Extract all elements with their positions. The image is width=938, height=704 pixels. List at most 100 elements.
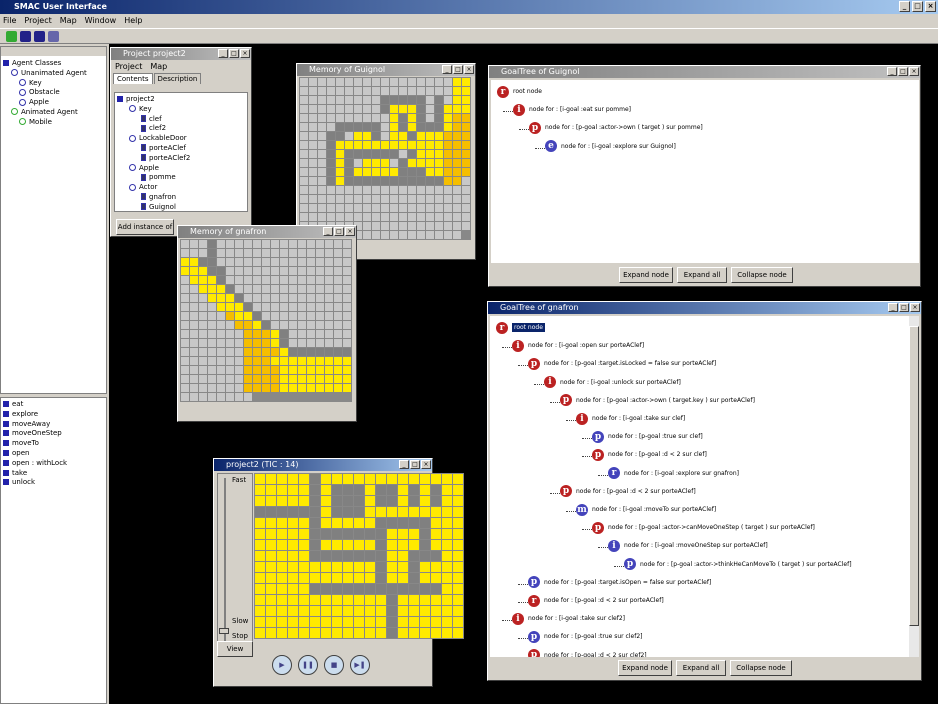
action-item[interactable]: unlock xyxy=(3,478,104,488)
tree-item[interactable]: Agent Classes xyxy=(3,59,104,69)
goal-node[interactable]: i node for : [i-goal :moveOneStep sur por… xyxy=(608,539,768,553)
goal-node[interactable]: i node for : [i-goal :unlock sur porteACl… xyxy=(544,376,681,390)
maximize-button[interactable]: □ xyxy=(898,67,908,76)
project-tree-item[interactable]: porteAClef2 xyxy=(117,154,245,164)
goal-node[interactable]: p node for : [p-goal :target.isLocked = f… xyxy=(528,357,716,371)
goal-node[interactable]: e node for : [i-goal :explore sur Guignol… xyxy=(545,140,676,154)
project-tree-item[interactable]: gnafron xyxy=(117,193,245,203)
goal-node[interactable]: m node for : [i-goal :moveTo sur porteACl… xyxy=(576,503,716,517)
tree-item[interactable]: Mobile xyxy=(3,118,104,128)
action-item[interactable]: open : withLock xyxy=(3,459,104,469)
goal-node[interactable]: r root node xyxy=(496,321,545,335)
maximize-button[interactable]: □ xyxy=(912,1,923,12)
action-item[interactable]: eat xyxy=(3,400,104,410)
menu-help[interactable]: Help xyxy=(124,14,142,28)
action-item[interactable]: moveOneStep xyxy=(3,429,104,439)
minimize-button[interactable]: _ xyxy=(899,1,910,12)
project-tree-item[interactable]: LockableDoor xyxy=(117,134,245,144)
pause-icon[interactable]: ❚❚ xyxy=(298,655,318,675)
tab-contents[interactable]: Contents xyxy=(113,73,153,84)
action-item[interactable]: moveTo xyxy=(3,439,104,449)
maximize-button[interactable]: □ xyxy=(453,65,463,74)
tree-item[interactable]: Animated Agent xyxy=(3,108,104,118)
goal-node[interactable]: p node for : [p-goal :actor->thinkHeCanMo… xyxy=(624,558,852,572)
tree-item[interactable]: Unanimated Agent xyxy=(3,69,104,79)
goal-node[interactable]: r node for : [p-goal :d < 2 sur porteACle… xyxy=(528,594,664,608)
menu-window[interactable]: Window xyxy=(85,14,117,28)
goal-node[interactable]: p node for : [p-goal :true sur clef] xyxy=(592,430,703,444)
refresh-icon[interactable] xyxy=(6,31,17,42)
close-button[interactable]: × xyxy=(925,1,936,12)
expand-all-button[interactable]: Expand all xyxy=(676,660,726,676)
minimize-button[interactable]: _ xyxy=(323,227,333,236)
close-button[interactable]: × xyxy=(909,67,919,76)
close-button[interactable]: × xyxy=(910,303,920,312)
project-tree-item[interactable]: porteAClef xyxy=(117,144,245,154)
goal-node[interactable]: i node for : [i-goal :open sur porteAClef… xyxy=(512,339,644,353)
collapse-node-button[interactable]: Collapse node xyxy=(731,267,793,283)
stop-icon[interactable]: ■ xyxy=(324,655,344,675)
minimize-button[interactable]: _ xyxy=(218,49,228,58)
action-item[interactable]: take xyxy=(3,469,104,479)
tab-description[interactable]: Description xyxy=(153,73,202,84)
add-instance-button[interactable]: Add instance of xyxy=(116,219,174,235)
minimize-button[interactable]: _ xyxy=(442,65,452,74)
maximize-button[interactable]: □ xyxy=(410,460,420,469)
menu-map[interactable]: Map xyxy=(60,14,77,28)
goal-node[interactable]: p node for : [p-goal :true sur clef2] xyxy=(528,630,642,644)
tree-item[interactable]: Key xyxy=(3,79,104,89)
save-icon[interactable] xyxy=(34,31,45,42)
project-tree-item[interactable]: clef xyxy=(117,115,245,125)
project-tree-item[interactable]: Actor xyxy=(117,183,245,193)
action-item[interactable]: moveAway xyxy=(3,420,104,430)
tree-item[interactable]: Apple xyxy=(3,98,104,108)
project-tree-item[interactable]: Guignol xyxy=(117,203,245,213)
goal-node[interactable]: p node for : [p-goal :d < 2 sur clef2] xyxy=(528,649,647,657)
stop-icon[interactable] xyxy=(20,31,31,42)
menu-project[interactable]: Project xyxy=(24,14,51,28)
step-icon[interactable]: ▶❚ xyxy=(350,655,370,675)
goal-node[interactable]: p node for : [p-goal :actor->own ( target… xyxy=(529,121,703,135)
goal-node[interactable]: i node for : [i-goal :take sur clef] xyxy=(576,412,685,426)
goal-node[interactable]: p node for : [p-goal :target.isOpen = fal… xyxy=(528,576,711,590)
minimize-button[interactable]: _ xyxy=(888,303,898,312)
project-menu-project[interactable]: Project xyxy=(115,62,142,71)
minimize-button[interactable]: _ xyxy=(887,67,897,76)
close-button[interactable]: × xyxy=(421,460,431,469)
goal-node[interactable]: i node for : [i-goal :take sur clef2] xyxy=(512,612,625,626)
expand-node-button[interactable]: Expand node xyxy=(619,267,673,283)
expand-all-button[interactable]: Expand all xyxy=(677,267,727,283)
window-icon[interactable] xyxy=(48,31,59,42)
tree-item[interactable]: Obstacle xyxy=(3,88,104,98)
action-item[interactable]: open xyxy=(3,449,104,459)
goal-node[interactable]: p node for : [p-goal :actor->canMoveOneSt… xyxy=(592,521,815,535)
project-tree-item[interactable]: Apple xyxy=(117,164,245,174)
maximize-button[interactable]: □ xyxy=(334,227,344,236)
goal-node[interactable]: i node for : [i-goal :eat sur pomme] xyxy=(513,103,631,117)
scrollbar-thumb[interactable] xyxy=(909,326,919,626)
goal-node[interactable]: p node for : [p-goal :actor->own ( target… xyxy=(560,394,755,408)
close-button[interactable]: × xyxy=(464,65,474,74)
goal-node[interactable]: r node for : [i-goal :explore sur gnafron… xyxy=(608,467,739,481)
vertical-scrollbar[interactable] xyxy=(909,316,919,657)
menu-file[interactable]: File xyxy=(3,14,16,28)
speed-slider-thumb[interactable] xyxy=(219,628,229,634)
speed-slider[interactable]: Fast Slow Stop xyxy=(217,473,253,653)
view-button[interactable]: View xyxy=(217,641,253,657)
project-tree-item[interactable]: Key xyxy=(117,105,245,115)
goal-node[interactable]: r root node xyxy=(497,85,542,99)
close-button[interactable]: × xyxy=(240,49,250,58)
close-button[interactable]: × xyxy=(345,227,355,236)
project-tree-item[interactable]: clef2 xyxy=(117,124,245,134)
project-tree-item[interactable]: pomme xyxy=(117,173,245,183)
goal-node[interactable]: p node for : [p-goal :d < 2 sur clef] xyxy=(592,448,707,462)
goal-node[interactable]: p node for : [p-goal :d < 2 sur porteACle… xyxy=(560,485,696,499)
project-menu-map[interactable]: Map xyxy=(150,62,167,71)
expand-node-button[interactable]: Expand node xyxy=(618,660,672,676)
collapse-node-button[interactable]: Collapse node xyxy=(730,660,792,676)
maximize-button[interactable]: □ xyxy=(229,49,239,58)
play-icon[interactable]: ▶ xyxy=(272,655,292,675)
action-item[interactable]: explore xyxy=(3,410,104,420)
minimize-button[interactable]: _ xyxy=(399,460,409,469)
project-tree-item[interactable]: project2 xyxy=(117,95,245,105)
